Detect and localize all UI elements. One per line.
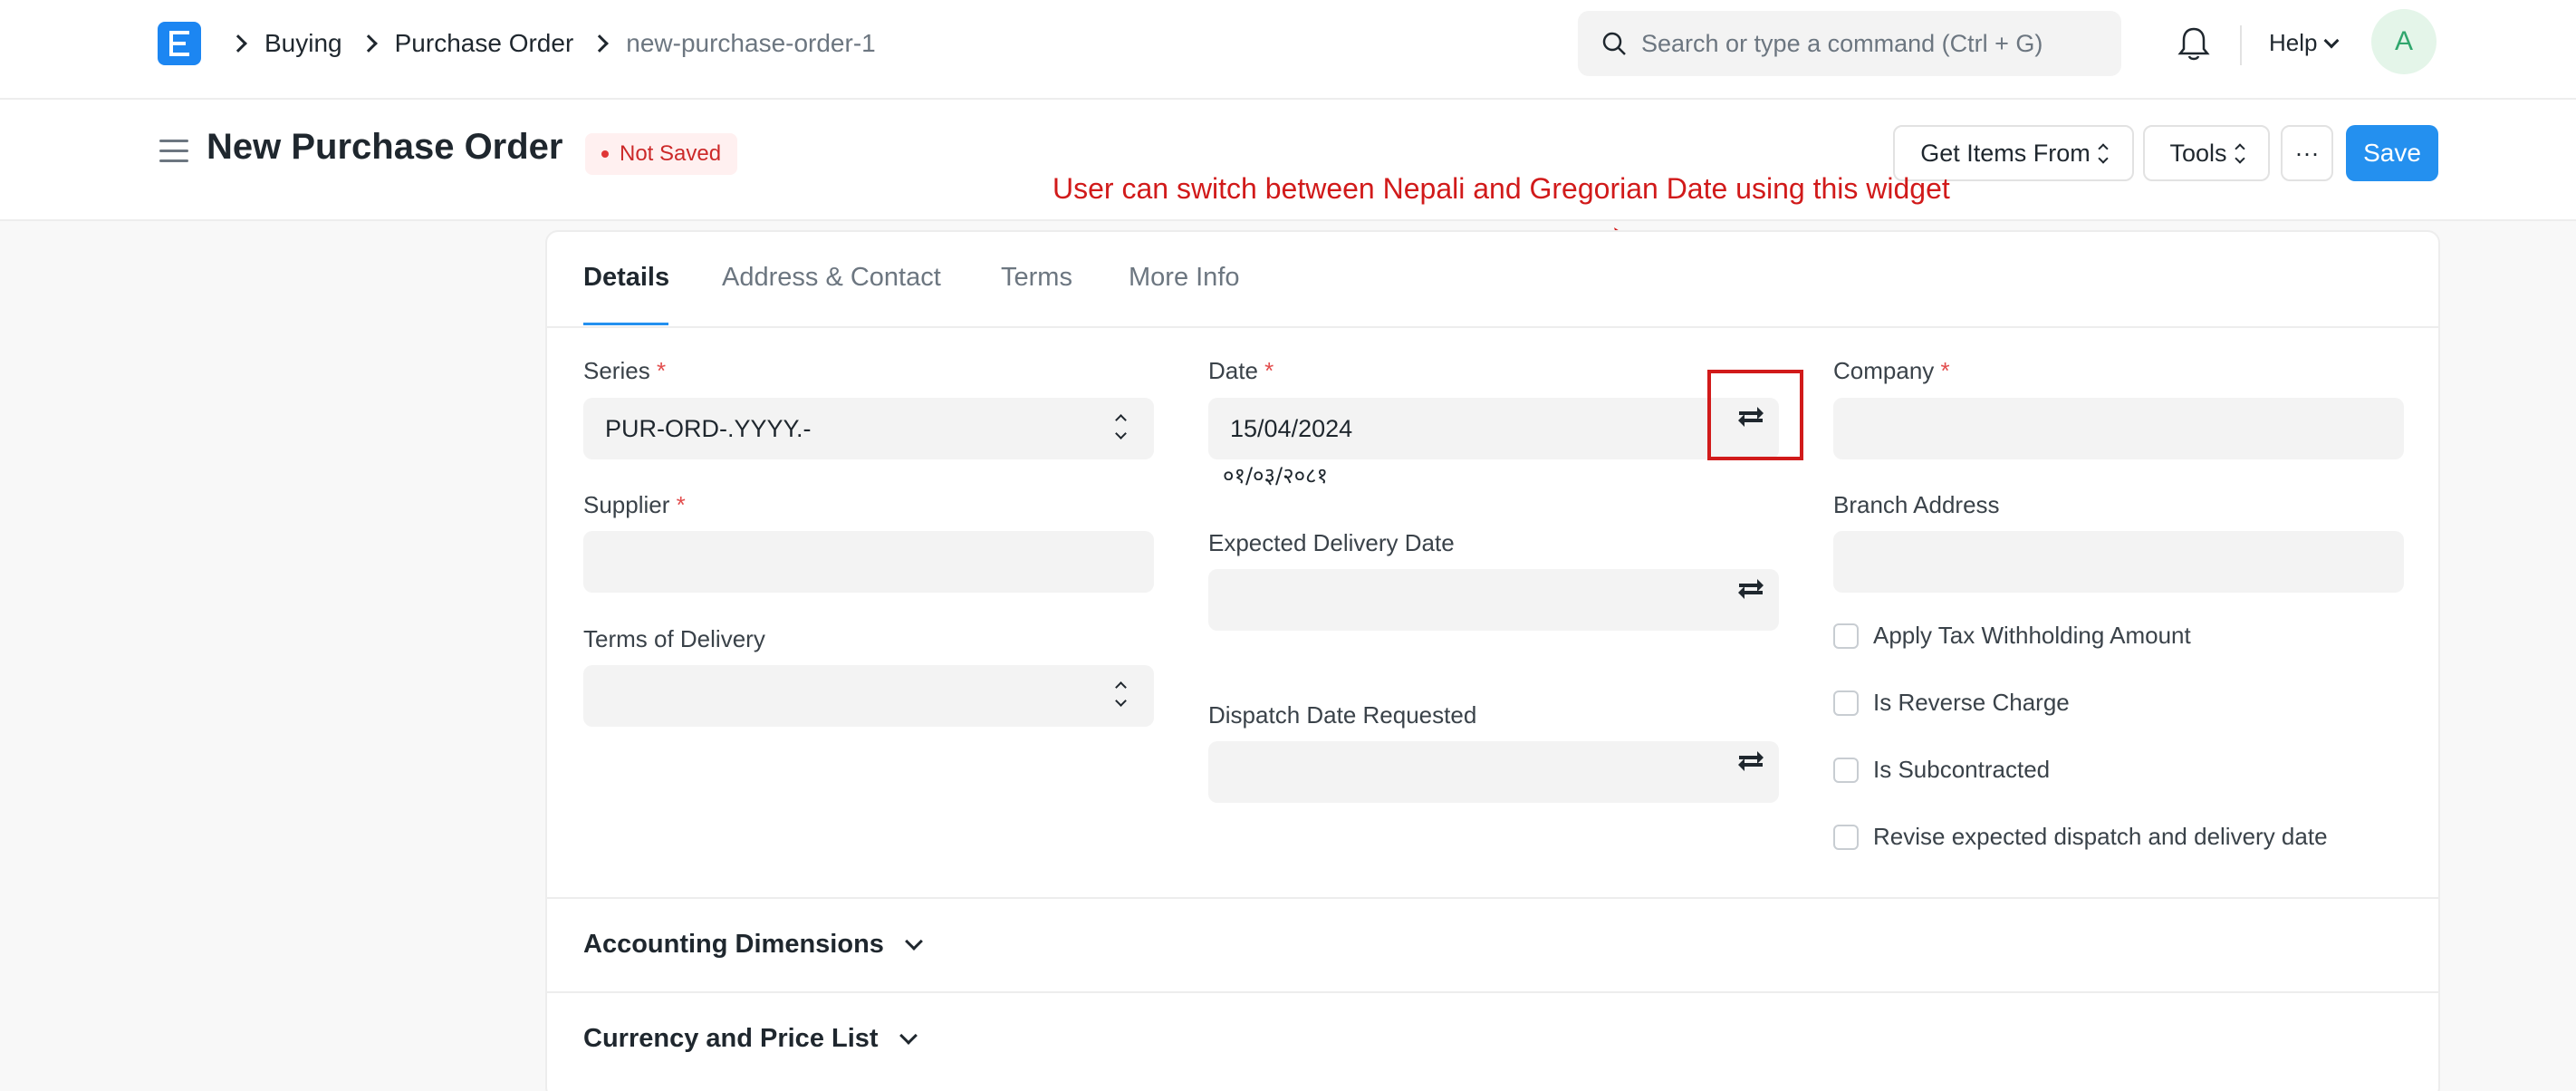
annotation-text: User can switch between Nepali and Grego…: [1053, 172, 1950, 205]
accounting-dimensions-title: Accounting Dimensions: [583, 930, 884, 959]
date-toggle-swap-icon[interactable]: [1735, 748, 1766, 774]
section-header[interactable]: Accounting Dimensions: [583, 930, 923, 960]
expected-delivery-date-input[interactable]: [1208, 569, 1779, 631]
terms-of-delivery-select[interactable]: [583, 665, 1154, 727]
status-badge: Not Saved: [585, 133, 738, 175]
date-value: 15/04/2024: [1230, 414, 1353, 442]
navbar-divider: [2240, 25, 2242, 65]
tab-address-contact[interactable]: Address & Contact: [722, 263, 941, 293]
dispatch-date-requested-input[interactable]: [1208, 741, 1779, 803]
apply-tax-withholding-checkbox[interactable]: Apply Tax Withholding Amount: [1833, 622, 2191, 650]
company-input[interactable]: [1833, 398, 2404, 459]
search-icon: [1602, 32, 1626, 55]
dispatch-date-requested-label: Dispatch Date Requested: [1208, 701, 1477, 729]
tools-label: Tools: [2169, 139, 2227, 167]
notification-bell-icon[interactable]: [2177, 25, 2210, 62]
active-tab-indicator: [583, 323, 668, 325]
navbar: Buying Purchase Order new-purchase-order…: [0, 0, 2576, 100]
status-text: Not Saved: [620, 141, 722, 166]
branch-address-label: Branch Address: [1833, 491, 2000, 518]
terms-of-delivery-label: Terms of Delivery: [583, 625, 765, 652]
get-items-from-label: Get Items From: [1920, 139, 2091, 167]
select-arrows-icon: [2234, 142, 2245, 164]
checkbox[interactable]: [1833, 623, 1859, 649]
branch-address-input[interactable]: [1833, 531, 2404, 593]
select-arrows-icon: [1115, 681, 1127, 707]
status-dot-icon: [601, 150, 609, 158]
tools-button[interactable]: Tools: [2143, 125, 2270, 181]
select-arrows-icon: [1115, 414, 1127, 439]
breadcrumb: Buying Purchase Order new-purchase-order…: [225, 27, 876, 60]
page-title: New Purchase Order: [207, 127, 563, 167]
chevron-right-icon: [359, 34, 378, 53]
help-dropdown[interactable]: Help: [2269, 29, 2340, 57]
nepali-date-text: ०१/०३/२०८१: [1223, 463, 1329, 488]
chevron-down-icon: [2323, 33, 2340, 48]
form-card: Details Address & Contact Terms More Inf…: [545, 230, 2440, 1091]
currency-price-list-section[interactable]: Currency and Price List: [547, 991, 2438, 1086]
more-actions-button[interactable]: ···: [2281, 125, 2333, 181]
tab-more-info[interactable]: More Info: [1129, 263, 1240, 293]
breadcrumb-current: new-purchase-order-1: [626, 29, 876, 57]
app-logo[interactable]: [158, 22, 201, 65]
series-select[interactable]: PUR-ORD-.YYYY.-: [583, 398, 1154, 459]
help-label: Help: [2269, 29, 2318, 56]
erpnext-logo-icon: [169, 31, 189, 56]
tab-details[interactable]: Details: [583, 263, 669, 293]
chevron-right-icon: [591, 34, 610, 53]
supplier-input[interactable]: [583, 531, 1154, 593]
sidebar-toggle-icon[interactable]: [159, 140, 188, 165]
checkbox[interactable]: [1833, 824, 1859, 850]
is-subcontracted-checkbox[interactable]: Is Subcontracted: [1833, 756, 2050, 784]
supplier-label: Supplier *: [583, 491, 686, 518]
breadcrumb-buying[interactable]: Buying: [264, 29, 342, 58]
is-reverse-charge-checkbox[interactable]: Is Reverse Charge: [1833, 689, 2070, 717]
search-placeholder: Search or type a command (Ctrl + G): [1641, 29, 2043, 57]
date-label: Date *: [1208, 357, 1274, 384]
search-input[interactable]: Search or type a command (Ctrl + G): [1578, 11, 2121, 76]
checkbox[interactable]: [1833, 757, 1859, 783]
revise-dispatch-delivery-checkbox[interactable]: Revise expected dispatch and delivery da…: [1833, 823, 2328, 851]
section-header[interactable]: Currency and Price List: [583, 1024, 918, 1054]
annotation-highlight-box: [1707, 370, 1803, 460]
company-label: Company *: [1833, 357, 1950, 384]
select-arrows-icon: [2098, 142, 2109, 164]
series-value: PUR-ORD-.YYYY.-: [605, 414, 812, 442]
chevron-down-icon: [899, 1026, 918, 1045]
chevron-right-icon: [229, 34, 247, 53]
form-tabs: Details Address & Contact Terms More Inf…: [547, 232, 2438, 328]
save-button[interactable]: Save: [2346, 125, 2438, 181]
checkbox[interactable]: [1833, 690, 1859, 716]
date-toggle-swap-icon[interactable]: [1735, 576, 1766, 602]
more-actions-icon: ···: [2294, 139, 2320, 167]
currency-price-list-title: Currency and Price List: [583, 1024, 879, 1053]
series-label: Series *: [583, 357, 667, 384]
avatar[interactable]: A: [2371, 9, 2437, 74]
chevron-down-icon: [905, 932, 923, 951]
accounting-dimensions-section[interactable]: Accounting Dimensions: [547, 897, 2438, 991]
tab-terms[interactable]: Terms: [1001, 263, 1072, 293]
breadcrumb-purchase-order[interactable]: Purchase Order: [395, 29, 574, 58]
date-input[interactable]: 15/04/2024: [1208, 398, 1779, 459]
expected-delivery-date-label: Expected Delivery Date: [1208, 529, 1455, 556]
